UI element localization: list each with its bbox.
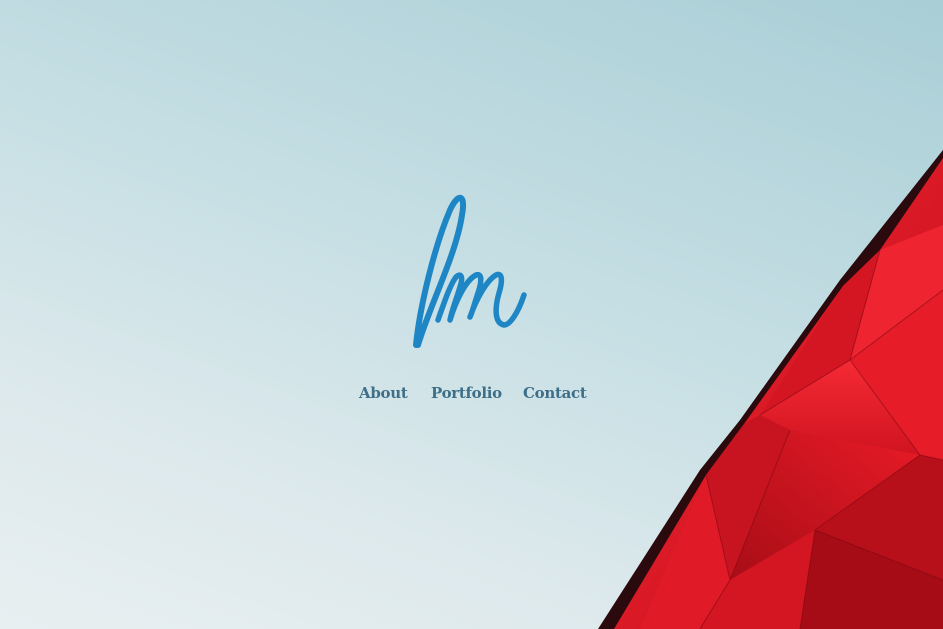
nav-link-portfolio[interactable]: Portfolio bbox=[431, 384, 502, 402]
nav-link-about[interactable]: About bbox=[359, 384, 408, 402]
main-navigation: About Portfolio Contact bbox=[0, 384, 943, 408]
lm-monogram-logo[interactable]: lm bbox=[400, 185, 540, 355]
hero-background: lm About Portfolio Contact bbox=[0, 0, 943, 629]
nav-link-contact[interactable]: Contact bbox=[523, 384, 587, 402]
